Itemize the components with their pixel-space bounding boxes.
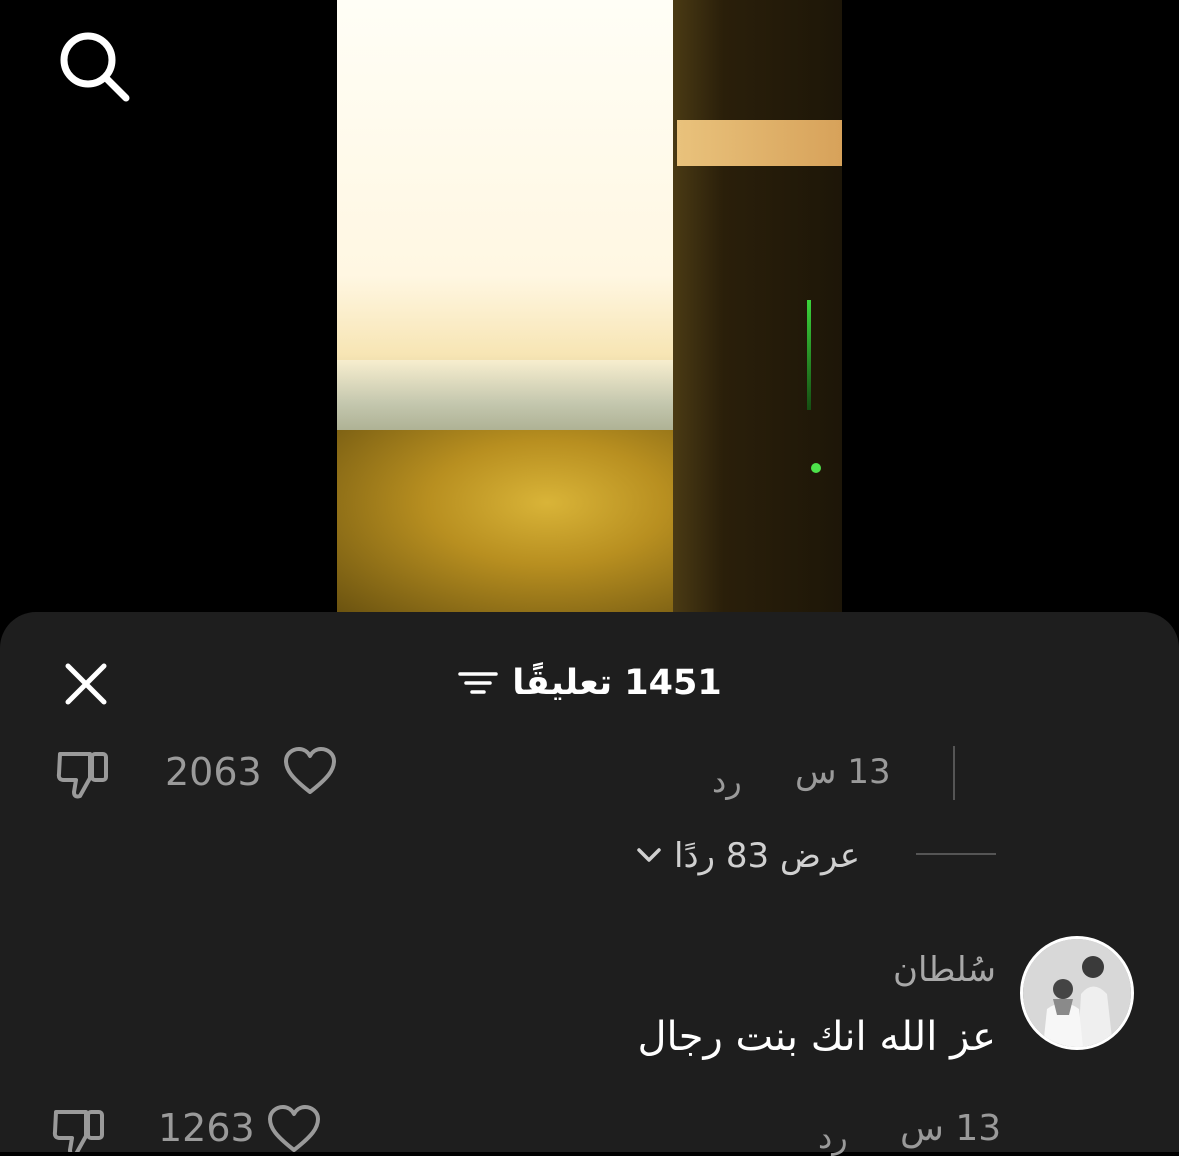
video-green-light — [807, 300, 811, 410]
video-person — [673, 0, 842, 612]
like-button[interactable] — [282, 746, 338, 796]
filter-button[interactable] — [458, 668, 499, 698]
avatar[interactable] — [1020, 936, 1134, 1050]
chevron-down-icon — [637, 848, 661, 862]
dislike-button[interactable] — [50, 1104, 108, 1152]
dislike-button[interactable] — [54, 746, 112, 802]
filter-icon — [458, 672, 499, 694]
search-button[interactable] — [56, 28, 132, 104]
thumbs-down-icon — [56, 752, 108, 799]
heart-icon — [284, 747, 336, 794]
reply-button[interactable]: رد — [712, 762, 742, 800]
view-replies-button[interactable]: عرض 83 ردًا — [636, 836, 860, 876]
comment-time: 13 س — [795, 752, 891, 792]
video-person-eyes — [677, 120, 842, 166]
view-replies-label: عرض 83 ردًا — [674, 836, 861, 876]
video-preview[interactable] — [337, 0, 842, 612]
close-button[interactable] — [60, 658, 112, 710]
comment-time: 13 س — [900, 1108, 1002, 1149]
comment-text: عز الله انك بنت رجال — [637, 1014, 996, 1060]
search-icon — [60, 32, 130, 102]
heart-icon — [268, 1105, 320, 1152]
like-count: 2063 — [165, 750, 262, 794]
like-button[interactable] — [266, 1104, 322, 1152]
close-icon — [65, 663, 107, 705]
replies-line — [916, 853, 996, 855]
thumbs-down-icon — [52, 1110, 104, 1152]
comment-username[interactable]: سُلطان — [800, 950, 996, 990]
thread-divider — [953, 746, 955, 800]
like-count: 1263 — [158, 1106, 255, 1150]
reply-button[interactable]: رد — [818, 1118, 848, 1156]
video-green-dot — [811, 463, 821, 473]
video-grass-area — [337, 430, 687, 612]
comments-header: 1451 تعليقًا — [380, 658, 800, 708]
comments-count-title: 1451 تعليقًا — [512, 663, 722, 703]
avatar-photo-icon — [1023, 939, 1131, 1047]
